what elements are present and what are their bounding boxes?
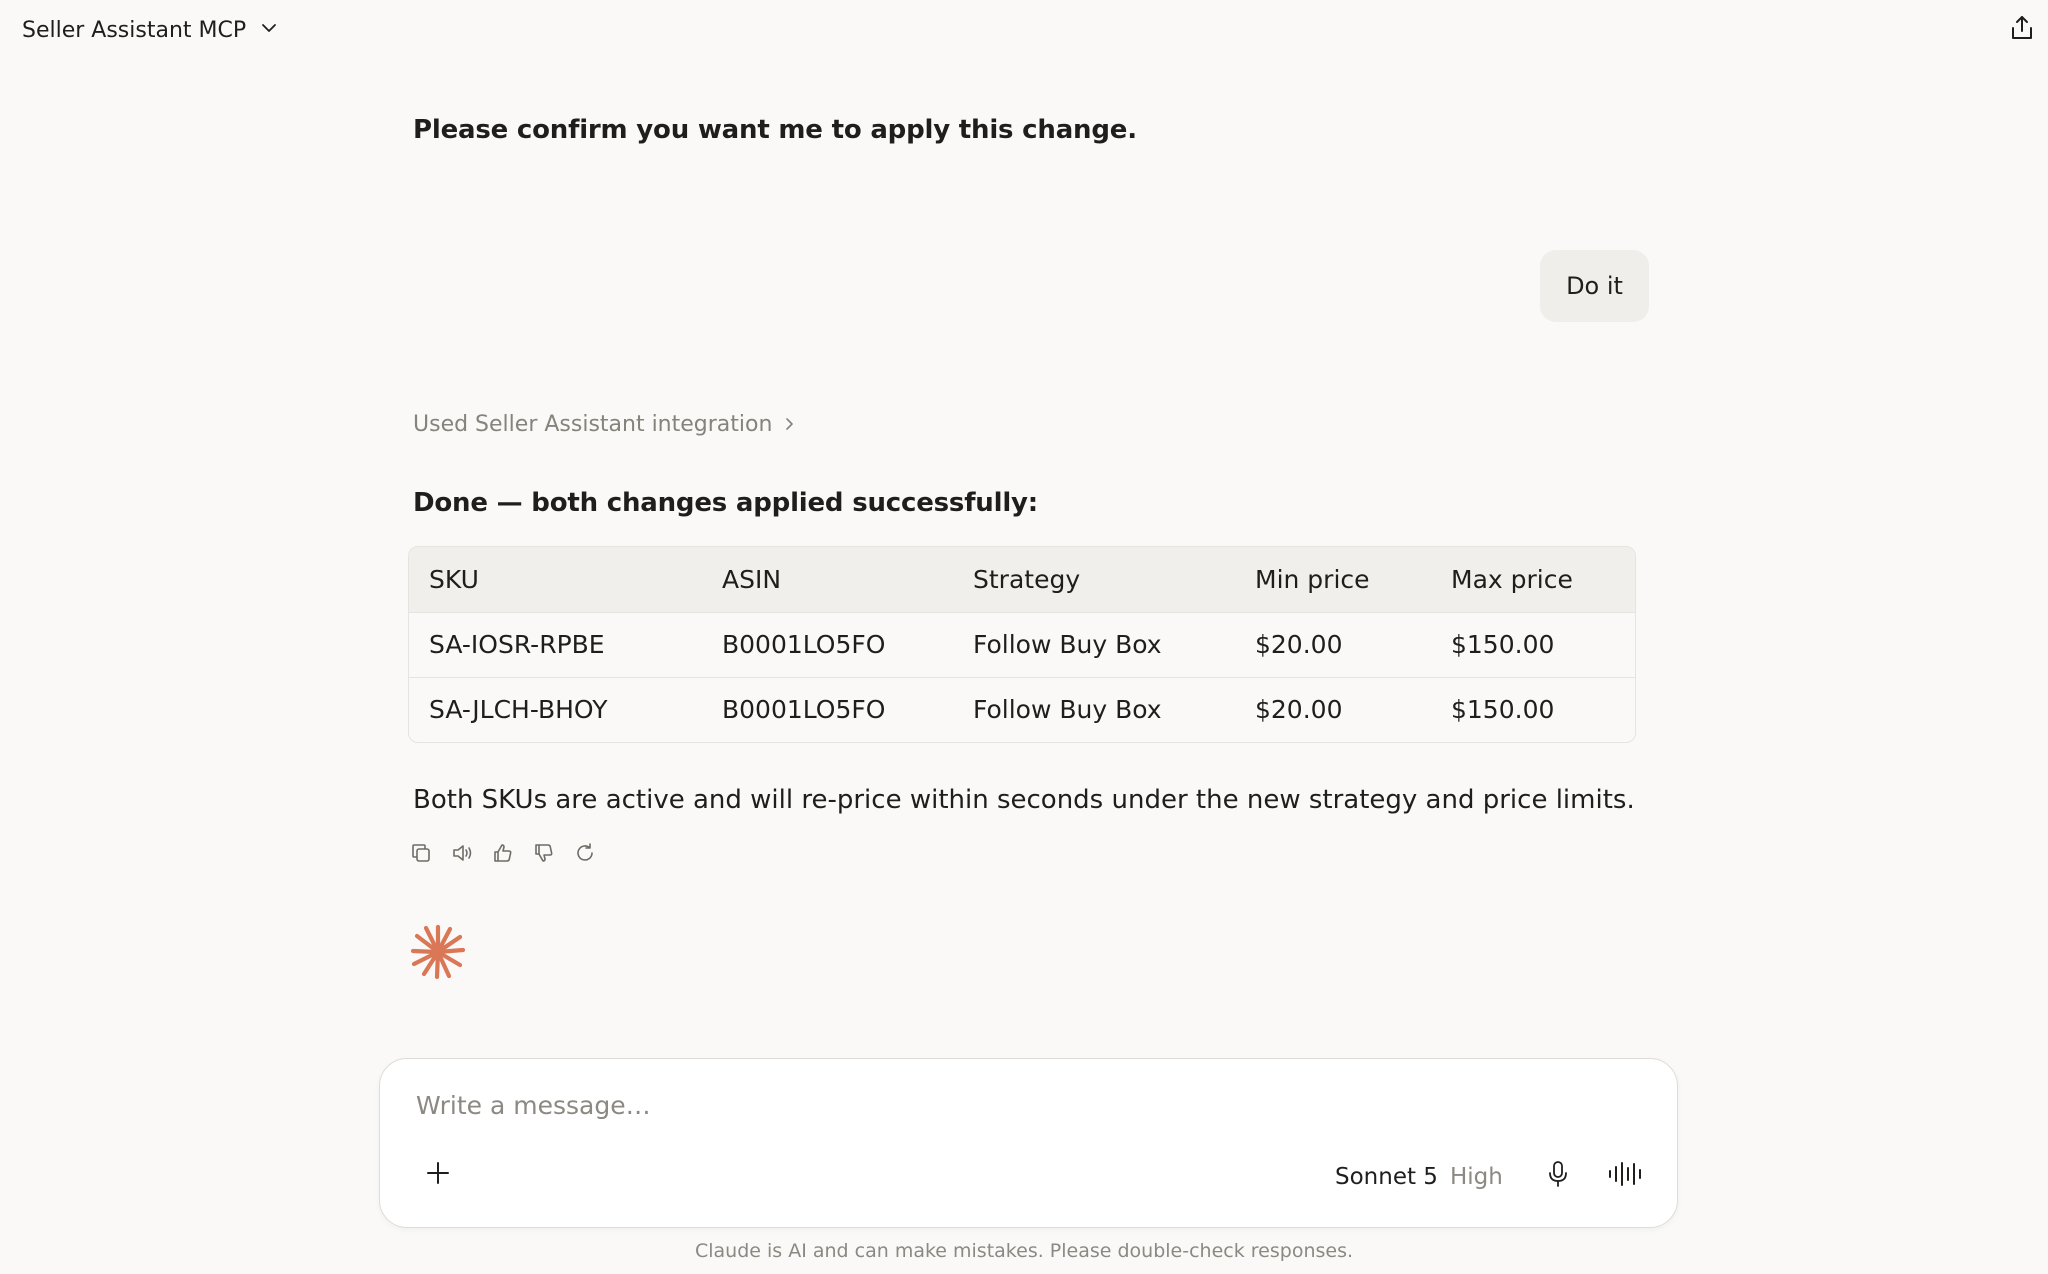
tool-use-toggle[interactable]: Used Seller Assistant integration [413,412,796,437]
cell-strategy: Follow Buy Box [973,695,1162,725]
table-header-row: SKU ASIN Strategy Min price Max price [409,547,1635,612]
claude-logo-icon [410,924,466,980]
share-button[interactable] [2004,12,2040,48]
thumbs-down-icon [533,842,555,868]
thumbs-down-button[interactable] [533,844,555,866]
project-name: Seller Assistant MCP [22,17,247,43]
model-name: Sonnet 5 [1335,1164,1438,1190]
thumbs-up-icon [492,842,514,868]
done-heading: Done — both changes applied successfully… [413,488,1038,518]
cell-min-price: $20.00 [1255,695,1343,725]
share-icon [2008,14,2036,46]
cell-max-price: $150.00 [1451,695,1555,725]
cell-sku: SA-JLCH-BHOY [429,695,608,725]
cell-asin: B0001LO5FO [722,695,886,725]
assistant-message-confirm: Please confirm you want me to apply this… [413,115,1137,145]
cell-sku: SA-IOSR-RPBE [429,630,605,659]
copy-icon [410,842,432,868]
header-sku: SKU [429,564,479,594]
message-input[interactable] [414,1085,1414,1125]
table-row: SA-IOSR-RPBE B0001LO5FO Follow Buy Box $… [409,612,1635,677]
chevron-right-icon [784,412,796,437]
header-strategy: Strategy [973,564,1081,594]
thumbs-up-button[interactable] [492,844,514,866]
model-effort: High [1449,1164,1503,1190]
retry-button[interactable] [574,842,596,868]
model-selector[interactable]: Sonnet 5 High [1335,1159,1503,1195]
header-min-price: Min price [1255,564,1370,594]
dictation-button[interactable] [1540,1158,1576,1194]
copy-button[interactable] [410,844,432,866]
read-aloud-button[interactable] [451,844,473,866]
project-switcher[interactable]: Seller Assistant MCP [22,12,278,48]
results-table: SKU ASIN Strategy Min price Max price SA… [408,546,1636,743]
waveform-icon [1607,1160,1645,1192]
retry-icon [574,842,596,868]
microphone-icon [1545,1160,1571,1192]
speaker-icon [451,842,473,868]
table-row: SA-JLCH-BHOY B0001LO5FO Follow Buy Box $… [409,677,1635,742]
message-composer: Sonnet 5 High [379,1058,1678,1228]
message-actions [410,842,596,868]
header-asin: ASIN [722,564,782,594]
disclaimer: Claude is AI and can make mistakes. Plea… [694,1240,1354,1262]
cell-max-price: $150.00 [1451,630,1555,659]
header-max-price: Max price [1451,564,1573,594]
user-message-bubble: Do it [1540,250,1649,322]
assistant-summary: Both SKUs are active and will re-price w… [413,785,1635,815]
user-message-text: Do it [1566,272,1623,300]
cell-min-price: $20.00 [1255,630,1343,659]
tool-use-label: Used Seller Assistant integration [413,412,773,437]
top-bar: Seller Assistant MCP [0,0,2048,60]
plus-icon [425,1160,451,1190]
cell-asin: B0001LO5FO [722,630,886,659]
add-attachment-button[interactable] [420,1157,456,1193]
cell-strategy: Follow Buy Box [973,630,1162,659]
chevron-down-icon [260,18,278,43]
voice-mode-button[interactable] [1606,1158,1646,1194]
